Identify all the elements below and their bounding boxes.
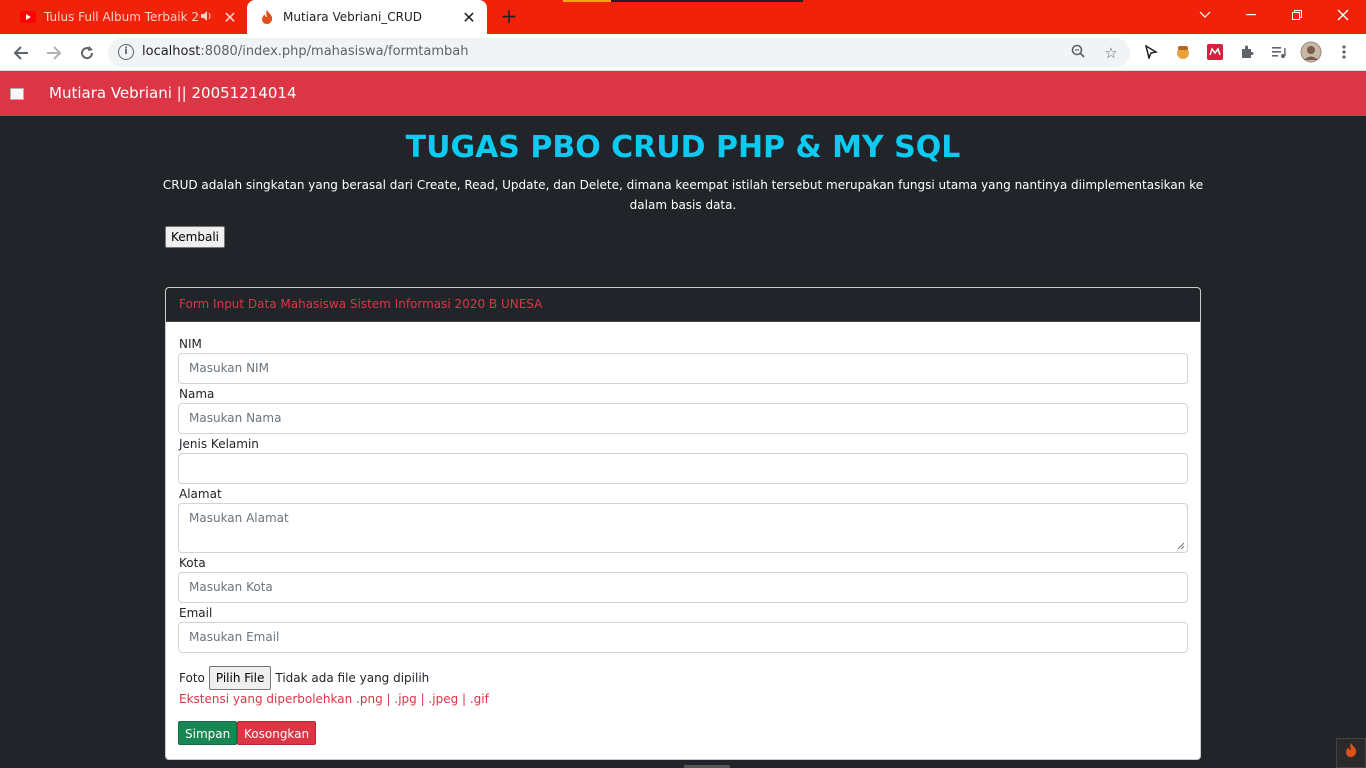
forward-arrow-icon[interactable]	[42, 41, 66, 65]
save-button[interactable]: Simpan	[178, 721, 238, 745]
close-window-icon[interactable]	[1320, 0, 1366, 30]
mendeley-extension-icon[interactable]	[1204, 41, 1226, 63]
tab-crud[interactable]: Mutiara Vebriani_CRUD ✕	[247, 0, 487, 34]
foto-row: Foto Pilih File Tidak ada file yang dipi…	[179, 666, 429, 690]
browser-toolbar: i localhost:8080/index.php/mahasiswa/for…	[0, 34, 1366, 71]
cookie-extension-icon[interactable]	[1172, 41, 1194, 63]
tab-title: Tulus Full Album Terbaik 202	[44, 10, 200, 24]
site-info-icon[interactable]: i	[118, 44, 134, 60]
jenis-kelamin-input[interactable]	[178, 453, 1188, 484]
email-input[interactable]: Masukan Email	[178, 622, 1188, 653]
speaker-icon[interactable]	[200, 10, 214, 25]
minimize-icon[interactable]	[1228, 0, 1274, 30]
form-card: Form Input Data Mahasiswa Sistem Informa…	[165, 287, 1201, 760]
nama-input[interactable]: Masukan Nama	[178, 403, 1188, 434]
youtube-icon	[20, 9, 36, 25]
restore-icon[interactable]	[1274, 0, 1320, 30]
bookmark-star-icon[interactable]: ☆	[1101, 43, 1121, 63]
loading-indicator	[563, 0, 803, 2]
tab-search-icon[interactable]	[1182, 0, 1228, 30]
tab-title: Mutiara Vebriani_CRUD	[283, 10, 423, 24]
broken-image-icon	[10, 88, 24, 100]
menu-kebab-icon[interactable]	[1333, 41, 1355, 63]
page-description: CRUD adalah singkatan yang berasal dari …	[162, 178, 1204, 212]
browser-tab-strip: Tulus Full Album Terbaik 202 ✕ Mutiara V…	[0, 0, 1366, 34]
nim-input[interactable]: Masukan NIM	[178, 353, 1188, 384]
close-tab-icon[interactable]: ✕	[461, 8, 477, 27]
foto-label: Foto	[179, 671, 205, 685]
app-navbar: Mutiara Vebriani || 20051214014	[0, 71, 1366, 116]
url-text: localhost:8080/index.php/mahasiswa/formt…	[142, 44, 469, 59]
file-status: Tidak ada file yang dipilih	[275, 671, 430, 685]
kota-input[interactable]: Masukan Kota	[178, 572, 1188, 603]
back-arrow-icon[interactable]	[9, 41, 33, 65]
extensions-puzzle-icon[interactable]	[1236, 41, 1258, 63]
nim-label: NIM	[179, 337, 202, 351]
form-card-title: Form Input Data Mahasiswa Sistem Informa…	[166, 288, 1200, 322]
zoom-icon[interactable]	[1068, 43, 1088, 63]
page-title: TUGAS PBO CRUD PHP & MY SQL	[405, 130, 961, 165]
alamat-placeholder: Masukan Alamat	[189, 511, 289, 525]
kota-label: Kota	[179, 556, 206, 570]
extension-note: Ekstensi yang diperbolehkan .png | .jpg …	[179, 692, 489, 706]
cursor-extension-icon[interactable]	[1140, 41, 1162, 63]
reset-button[interactable]: Kosongkan	[237, 721, 317, 745]
close-tab-icon[interactable]: ✕	[222, 8, 238, 27]
alamat-label: Alamat	[179, 487, 222, 501]
email-label: Email	[179, 606, 213, 620]
codeigniter-debug-toolbar-icon[interactable]	[1336, 738, 1366, 768]
choose-file-button[interactable]: Pilih File	[208, 666, 272, 690]
back-button[interactable]: Kembali	[165, 226, 225, 248]
address-bar[interactable]: i localhost:8080/index.php/mahasiswa/for…	[108, 38, 1130, 67]
profile-avatar[interactable]	[1300, 41, 1322, 63]
jenis-kelamin-label: Jenis Kelamin	[179, 437, 259, 451]
navbar-brand[interactable]: Mutiara Vebriani || 20051214014	[49, 84, 297, 102]
codeigniter-flame-icon	[259, 9, 275, 25]
alamat-textarea[interactable]: Masukan Alamat	[178, 503, 1188, 553]
media-playlist-icon[interactable]	[1268, 41, 1290, 63]
reload-icon[interactable]	[75, 41, 99, 65]
nama-label: Nama	[179, 387, 215, 401]
new-tab-button[interactable]: +	[498, 6, 520, 28]
resize-handle-icon[interactable]	[1177, 542, 1185, 550]
tab-youtube[interactable]: Tulus Full Album Terbaik 202 ✕	[8, 0, 248, 34]
